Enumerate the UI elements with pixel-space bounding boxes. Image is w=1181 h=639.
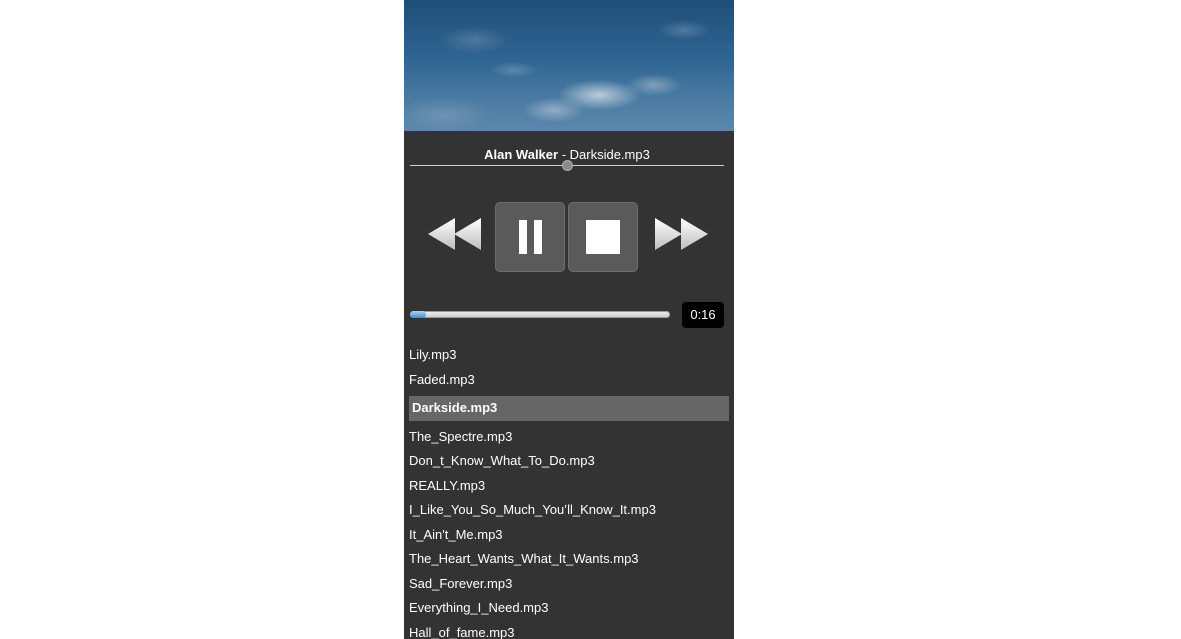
playlist-item[interactable]: Faded.mp3	[404, 368, 734, 393]
playback-controls	[404, 202, 734, 272]
playlist-item[interactable]: It_Ain't_Me.mp3	[404, 523, 734, 548]
rewind-icon	[428, 218, 481, 250]
playlist-item[interactable]: Hall_of_fame.mp3	[404, 621, 734, 639]
audio-player: Alan Walker - Darkside.mp3 0:16 Lily.mp3…	[404, 0, 734, 639]
playlist: Lily.mp3 Faded.mp3 Darkside.mp3 The_Spectre…	[404, 343, 734, 639]
pause-icon	[519, 220, 542, 254]
volume-slider-handle[interactable]	[561, 160, 573, 171]
progress-fill	[410, 311, 426, 318]
progress-bar[interactable]	[410, 311, 670, 318]
stop-button[interactable]	[568, 202, 638, 272]
fast-forward-button[interactable]	[647, 202, 717, 272]
elapsed-time: 0:16	[682, 302, 724, 328]
progress-row: 0:16	[410, 302, 724, 328]
now-playing-artist: Alan Walker	[484, 147, 559, 162]
playlist-item[interactable]: I_Like_You_So_Much_You’ll_Know_It.mp3	[404, 498, 734, 523]
playlist-item[interactable]: REALLY.mp3	[404, 474, 734, 499]
playlist-item-current[interactable]: Darkside.mp3	[409, 396, 729, 421]
now-playing-title: Darkside.mp3	[569, 147, 650, 162]
stop-icon	[586, 220, 620, 254]
playlist-item[interactable]: Everything_I_Need.mp3	[404, 596, 734, 621]
rewind-button[interactable]	[423, 202, 493, 272]
fast-forward-icon	[655, 218, 708, 250]
playlist-item[interactable]: The_Heart_Wants_What_It_Wants.mp3	[404, 547, 734, 572]
playlist-item[interactable]: The_Spectre.mp3	[404, 425, 734, 450]
album-artwork	[404, 0, 734, 131]
playlist-item[interactable]: Sad_Forever.mp3	[404, 572, 734, 597]
pause-button[interactable]	[495, 202, 565, 272]
playlist-item[interactable]: Lily.mp3	[404, 343, 734, 368]
playlist-item[interactable]: Don_t_Know_What_To_Do.mp3	[404, 449, 734, 474]
